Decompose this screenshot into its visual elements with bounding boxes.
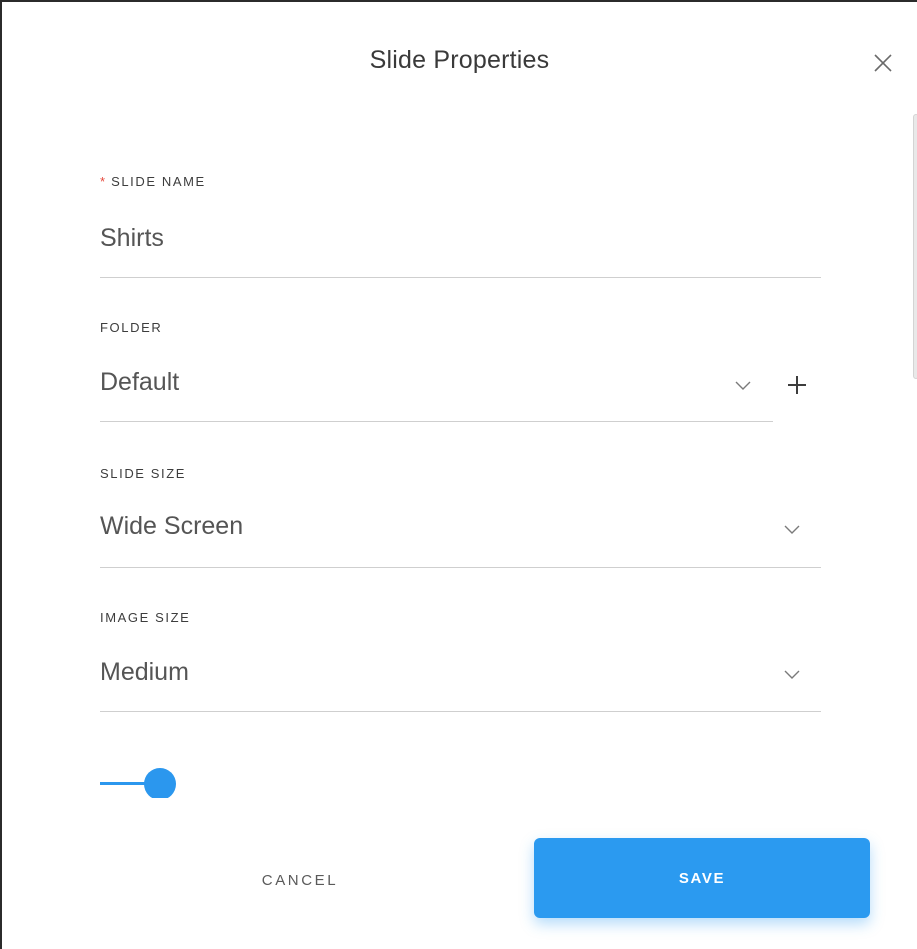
chevron-down-icon[interactable] (783, 523, 801, 535)
plus-icon[interactable] (786, 374, 808, 396)
slide-size-label: SLIDE SIZE (100, 466, 187, 481)
image-size-select[interactable]: Medium (100, 658, 800, 687)
slide-name-label: * SLIDE NAME (100, 174, 206, 189)
toggle-switch[interactable] (100, 768, 184, 798)
close-icon (874, 54, 892, 72)
slide-name-input[interactable] (100, 224, 800, 253)
save-button[interactable]: SAVE (534, 838, 870, 918)
chevron-down-icon[interactable] (734, 379, 752, 391)
slide-properties-dialog: Slide Properties * SLIDE NAME FOLDER Defa… (0, 0, 917, 949)
required-marker: * (100, 174, 106, 189)
dialog-title: Slide Properties (369, 46, 550, 74)
slide-name-underline (100, 277, 821, 278)
folder-select[interactable]: Default (100, 368, 760, 397)
image-size-label: IMAGE SIZE (100, 610, 191, 625)
slide-size-select[interactable]: Wide Screen (100, 512, 800, 541)
image-size-underline (100, 711, 821, 712)
cancel-button[interactable]: CANCEL (220, 850, 380, 910)
toggle-knob (144, 768, 176, 798)
scrollbar[interactable] (913, 114, 917, 379)
chevron-down-icon[interactable] (783, 668, 801, 680)
folder-underline (100, 421, 773, 422)
close-button[interactable] (870, 50, 896, 76)
slide-name-label-text: SLIDE NAME (111, 174, 206, 189)
folder-label: FOLDER (100, 320, 163, 335)
slide-size-underline (100, 567, 821, 568)
